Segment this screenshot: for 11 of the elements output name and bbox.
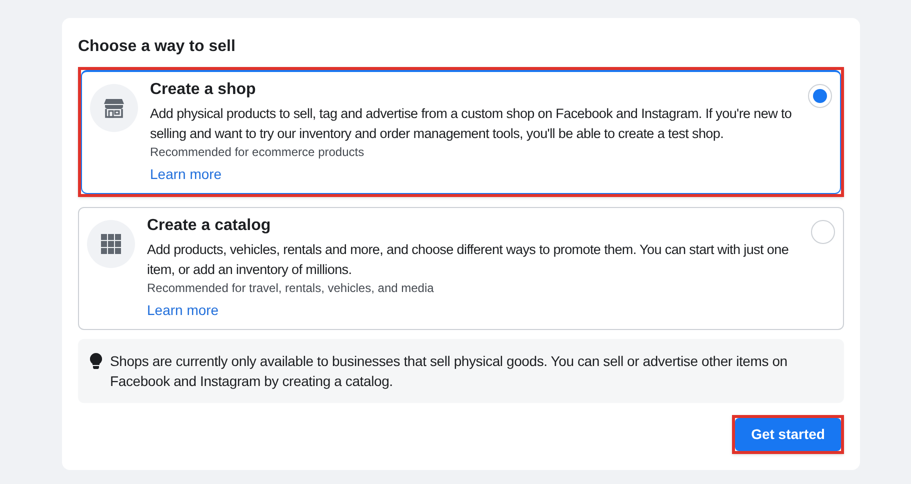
option-description: Add physical products to sell, tag and advertise from a custom shop on Facebook and Instagram. If you're new to selling and want to try our inventory and order management tools, you'll be able to create a test shop.: [150, 105, 793, 143]
option-note: Recommended for ecommerce products: [150, 144, 366, 160]
option-title: Create a catalog: [147, 216, 272, 236]
learn-more-link[interactable]: Learn more: [150, 164, 222, 185]
heading: Choose a way to sell: [78, 37, 236, 57]
option-description: Add products, vehicles, rentals and more, and choose different ways to promote them. You can start with just one item, or add an inventory of millions.: [147, 241, 790, 279]
notice-text: Shops are currently only available to businesses that sell physical goods. You can sell or advertise other items on Facebook and Instagram by creating a catalog.: [110, 352, 788, 391]
option-title: Create a shop: [150, 80, 257, 100]
learn-more-link[interactable]: Learn more: [147, 300, 219, 321]
get-started-button[interactable]: Get started: [735, 418, 841, 451]
option-note: Recommended for travel, rentals, vehicles, and media: [147, 280, 435, 296]
